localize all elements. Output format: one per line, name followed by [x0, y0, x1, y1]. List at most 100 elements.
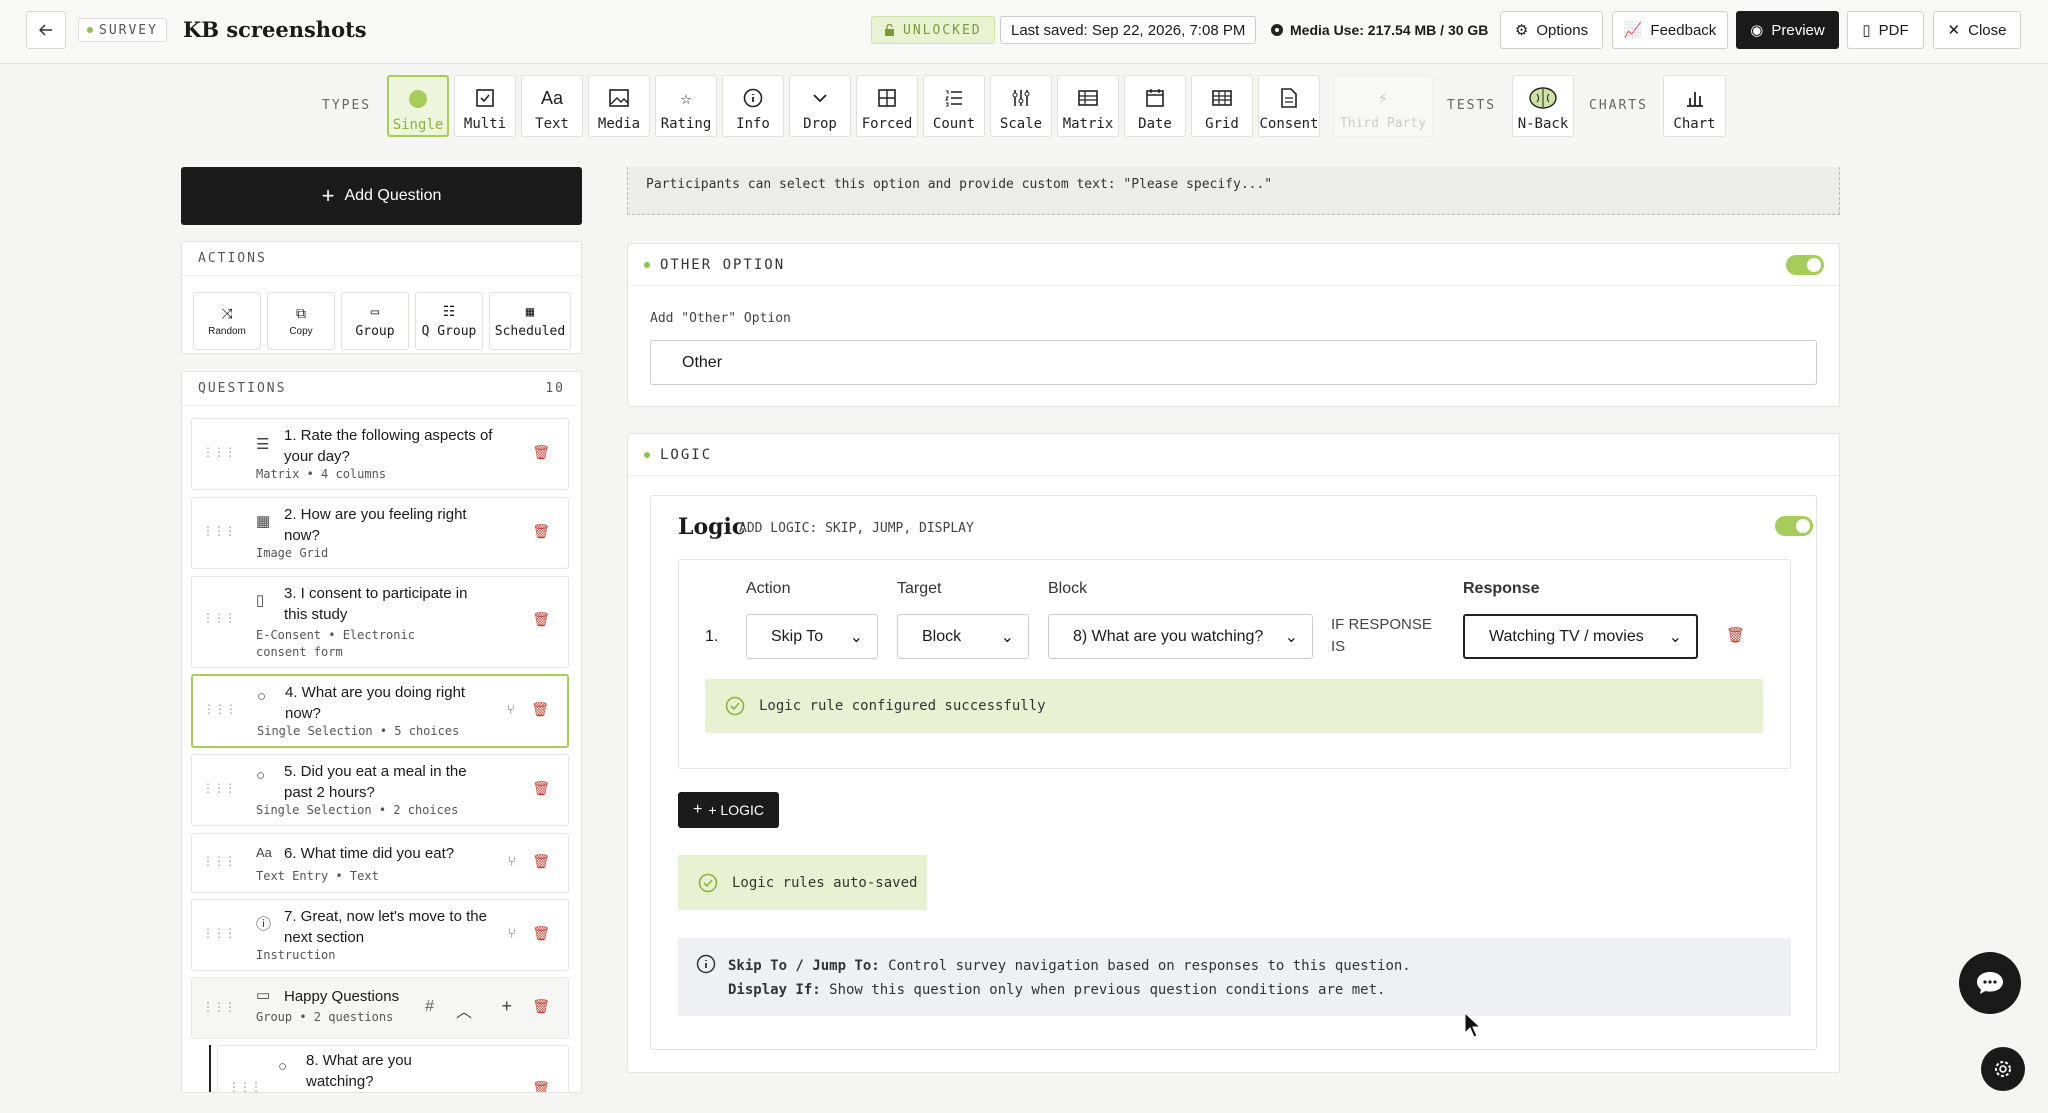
drag-handle-icon[interactable]: ⋮⋮⋮ — [202, 781, 236, 795]
checkbox-icon — [475, 86, 495, 110]
logic-rule-1: Action Target Block Response 1. Skip To ⌄… — [678, 559, 1791, 769]
action-random-button[interactable]: ⤨ Random — [193, 292, 261, 350]
info-icon — [743, 86, 763, 110]
action-copy-button[interactable]: ⧉ Copy — [267, 292, 335, 350]
test-n-back[interactable]: N-Back — [1512, 75, 1574, 137]
action-q-group-button[interactable]: ☷ Q Group — [415, 292, 483, 350]
add-question-button[interactable]: + Add Question — [181, 167, 582, 225]
question-item-7[interactable]: ⋮⋮⋮ ⓘ 7. Great, now let's move to the ne… — [191, 899, 569, 971]
chevron-down-icon: ⌄ — [1668, 628, 1682, 646]
question-item-4[interactable]: ⋮⋮⋮ ○ 4. What are you doing right now? S… — [191, 674, 569, 748]
question-item-8[interactable]: ⋮⋮⋮ ○ 8. What are you watching? 🗑 — [217, 1045, 569, 1092]
branch-icon[interactable]: ⑂ — [507, 701, 515, 717]
pdf-button[interactable]: ▯ PDF — [1847, 11, 1924, 49]
type-consent[interactable]: Consent — [1258, 75, 1320, 137]
action-select[interactable]: Skip To ⌄ — [746, 614, 878, 659]
trash-icon[interactable]: 🗑 — [1726, 626, 1745, 644]
autosaved-message: Logic rules auto-saved — [678, 855, 927, 910]
other-option-input[interactable]: Other — [650, 340, 1817, 385]
trash-icon[interactable]: 🗑 — [532, 523, 550, 540]
page-title: KB screenshots — [183, 17, 367, 42]
grid-icon — [877, 86, 897, 110]
trash-icon[interactable]: 🗑 — [532, 998, 550, 1015]
plus-icon[interactable]: + — [501, 996, 512, 1017]
group-indent-line — [209, 1045, 211, 1092]
branch-icon[interactable]: ⑂ — [508, 925, 516, 941]
other-option-info: Participants can select this option and … — [627, 167, 1840, 215]
trash-icon[interactable]: 🗑 — [532, 925, 550, 942]
feedback-button[interactable]: 📈 Feedback — [1612, 11, 1728, 49]
question-item-1[interactable]: ⋮⋮⋮ ☰ 1. Rate the following aspects of y… — [191, 418, 569, 490]
plus-icon: + — [321, 183, 335, 208]
type-rating[interactable]: ☆ Rating — [655, 75, 717, 137]
type-matrix[interactable]: Matrix — [1057, 75, 1119, 137]
response-select[interactable]: Watching TV / movies ⌄ — [1463, 614, 1698, 659]
action-scheduled-button[interactable]: ▦ Scheduled — [489, 292, 571, 350]
info-icon — [696, 954, 716, 974]
grid-table-icon — [1211, 86, 1233, 110]
hash-icon[interactable]: # — [425, 998, 434, 1016]
gear-icon: ⚙ — [1514, 22, 1529, 39]
logic-title: Logic — [678, 514, 746, 540]
add-logic-button[interactable]: + + LOGIC — [678, 792, 779, 828]
action-group-button[interactable]: ▭ Group — [341, 292, 409, 350]
type-media[interactable]: Media — [588, 75, 650, 137]
type-drop[interactable]: Drop — [789, 75, 851, 137]
last-saved-status: Last saved: Sep 22, 2026, 7:08 PM — [1000, 16, 1257, 44]
question-item-3[interactable]: ⋮⋮⋮ ▯ 3. I consent to participate in thi… — [191, 576, 569, 668]
radio-icon: ○ — [256, 767, 266, 784]
settings-button[interactable] — [1981, 1047, 2025, 1091]
type-text[interactable]: Aa Text — [521, 75, 583, 137]
numbered-list-icon — [944, 86, 964, 110]
drag-handle-icon[interactable]: ⋮⋮⋮ — [202, 611, 236, 625]
block-select[interactable]: 8) What are you watching? ⌄ — [1048, 614, 1313, 659]
chart-tool[interactable]: Chart — [1663, 75, 1726, 137]
star-icon: ☆ — [680, 87, 692, 109]
trash-icon[interactable]: 🗑 — [532, 1080, 550, 1092]
close-button[interactable]: ✕ Close — [1933, 11, 2021, 49]
document-icon — [1280, 86, 1298, 110]
calendar-icon — [1145, 86, 1165, 110]
back-button[interactable] — [26, 11, 66, 49]
chevron-down-icon: ⌄ — [1000, 628, 1014, 646]
grid-icon: ▦ — [256, 513, 271, 530]
check-circle-icon — [698, 873, 718, 892]
question-item-5[interactable]: ⋮⋮⋮ ○ 5. Did you eat a meal in the past … — [191, 754, 569, 826]
trash-icon[interactable]: 🗑 — [531, 701, 549, 718]
other-option-toggle[interactable] — [1786, 255, 1824, 275]
type-scale[interactable]: Scale — [990, 75, 1052, 137]
gear-icon — [1995, 1061, 2011, 1077]
type-info[interactable]: Info — [722, 75, 784, 137]
preview-button[interactable]: ◉ Preview — [1736, 11, 1839, 49]
logic-toggle[interactable] — [1775, 516, 1813, 536]
type-count[interactable]: Count — [923, 75, 985, 137]
drag-handle-icon[interactable]: ⋮⋮⋮ — [202, 524, 236, 538]
chat-button[interactable] — [1959, 952, 2021, 1014]
drag-handle-icon[interactable]: ⋮⋮⋮ — [228, 1080, 262, 1092]
target-select[interactable]: Block ⌄ — [897, 614, 1029, 659]
trash-icon[interactable]: 🗑 — [532, 853, 550, 870]
copy-icon: ⧉ — [296, 305, 306, 321]
drag-handle-icon[interactable]: ⋮⋮⋮ — [202, 854, 236, 868]
type-multi[interactable]: Multi — [454, 75, 516, 137]
type-grid[interactable]: Grid — [1191, 75, 1253, 137]
logic-card: Logic ADD LOGIC: SKIP, JUMP, DISPLAY Act… — [650, 495, 1817, 1050]
chevron-up-icon[interactable]: ︿ — [456, 998, 472, 1022]
type-forced[interactable]: Forced — [856, 75, 918, 137]
trash-icon[interactable]: 🗑 — [532, 780, 550, 797]
charts-label: CHARTS — [1589, 98, 1648, 113]
drag-handle-icon[interactable]: ⋮⋮⋮ — [202, 445, 236, 459]
type-date[interactable]: Date — [1124, 75, 1186, 137]
drag-handle-icon[interactable]: ⋮⋮⋮ — [202, 926, 236, 940]
trash-icon[interactable]: 🗑 — [532, 611, 550, 628]
trash-icon[interactable]: 🗑 — [532, 444, 550, 461]
types-label: TYPES — [322, 98, 372, 113]
question-item-6[interactable]: ⋮⋮⋮ Aa 6. What time did you eat? Text En… — [191, 833, 569, 893]
options-button[interactable]: ⚙ Options — [1500, 11, 1603, 49]
question-item-2[interactable]: ⋮⋮⋮ ▦ 2. How are you feeling right now? … — [191, 497, 569, 569]
type-single[interactable]: Single — [387, 75, 449, 137]
question-group-happy[interactable]: ⋮⋮⋮ ▭ Happy Questions Group • 2 question… — [191, 977, 569, 1039]
branch-icon[interactable]: ⑂ — [508, 853, 516, 869]
drag-handle-icon[interactable]: ⋮⋮⋮ — [202, 1000, 236, 1014]
drag-handle-icon[interactable]: ⋮⋮⋮ — [203, 702, 237, 716]
